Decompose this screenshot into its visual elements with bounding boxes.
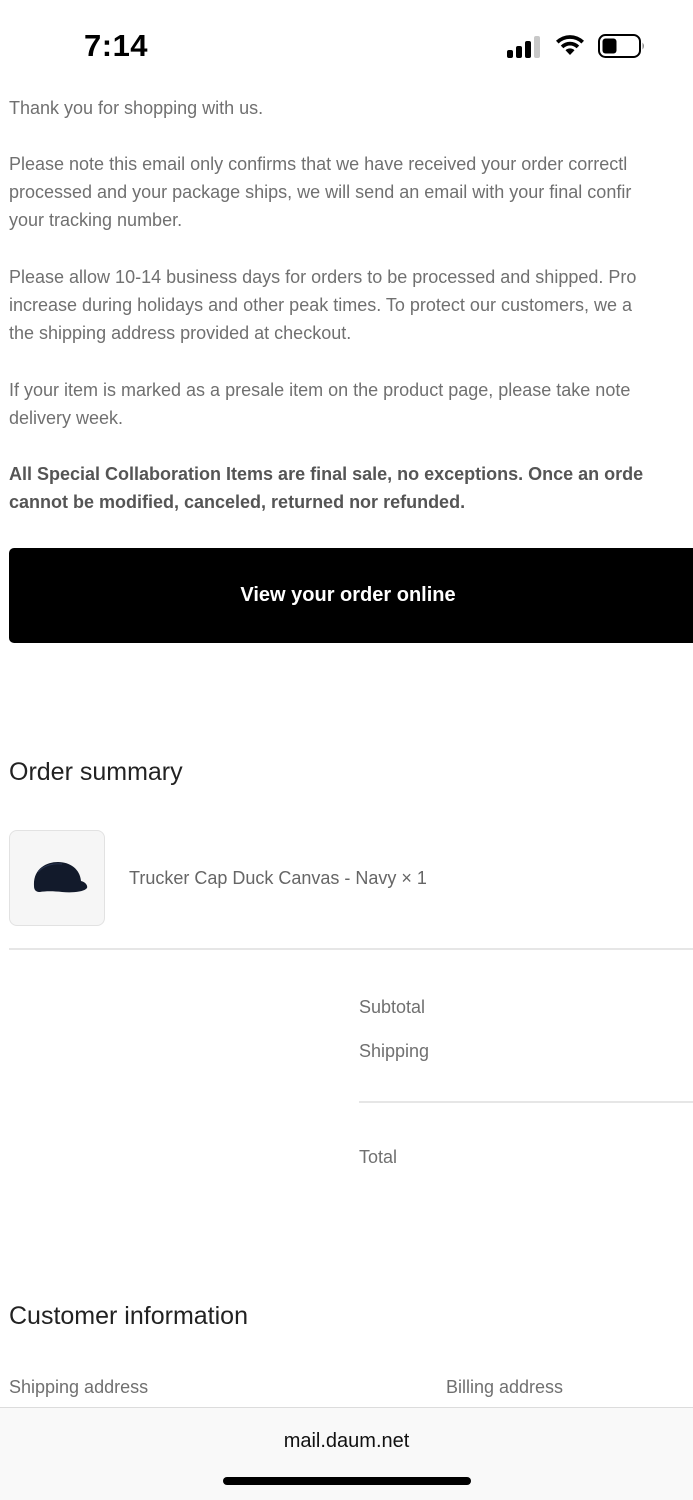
shipping-address-label: Shipping address [9,1377,149,1397]
summary-divider [359,1101,693,1103]
email-paragraph-processing: Please allow 10-14 business days for ord… [9,263,693,347]
battery-icon [598,34,644,58]
screen: 7:14 Thank you for shopping with us. Ple… [0,0,693,1500]
view-order-button-label: View your order online [240,584,456,606]
paragraph-line: Thank you for shopping with us. [9,98,264,118]
status-time: 7:14 [84,28,149,63]
paragraph-line: delivery week. [9,408,124,428]
email-paragraph-thanks: Thank you for shopping with us. [9,94,693,122]
paragraph-line: processed and your package ships, we wil… [9,182,632,202]
subtotal-label: Subtotal [359,997,426,1017]
url-text[interactable]: mail.daum.net [0,1430,693,1453]
notice-line: cannot be modified, canceled, returned n… [9,492,466,512]
email-paragraph-presale: If your item is marked as a presale item… [9,376,693,432]
order-summary-title: Order summary [9,758,183,786]
view-order-button[interactable]: View your order online [9,548,693,643]
cellular-signal-icon [507,36,543,58]
browser-address-bar[interactable]: mail.daum.net [0,1407,693,1500]
paragraph-line: Please allow 10-14 business days for ord… [9,267,637,287]
billing-address-label: Billing address [446,1377,564,1397]
paragraph-line: the shipping address provided at checkou… [9,323,352,343]
final-sale-notice: All Special Collaboration Items are fina… [9,460,693,516]
paragraph-line: If your item is marked as a presale item… [9,380,631,400]
notice-line: All Special Collaboration Items are fina… [9,464,644,484]
total-label: Total [359,1147,398,1167]
status-bar: 7:14 [0,0,693,90]
email-paragraph-confirmation: Please note this email only confirms tha… [9,150,693,234]
paragraph-line: increase during holidays and other peak … [9,295,632,315]
customer-info-title: Customer information [9,1302,248,1330]
product-name: Trucker Cap Duck Canvas - Navy × 1 [129,868,427,888]
home-indicator[interactable] [223,1477,471,1485]
navy-cap-icon [33,862,88,893]
product-thumbnail[interactable] [9,830,105,926]
shipping-label: Shipping [359,1041,430,1061]
wifi-icon [556,35,584,55]
paragraph-line: your tracking number. [9,210,183,230]
paragraph-line: Please note this email only confirms tha… [9,154,628,174]
order-divider [9,948,693,950]
